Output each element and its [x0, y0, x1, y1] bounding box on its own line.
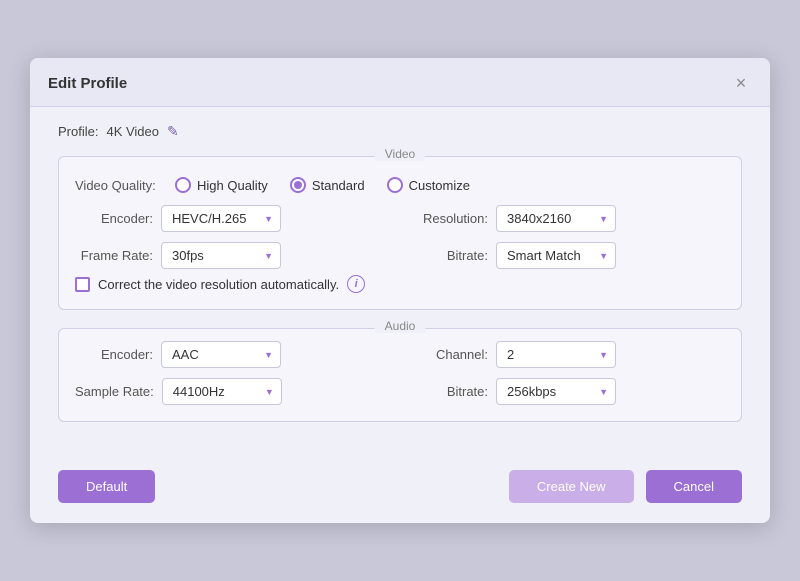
create-new-button[interactable]: Create New: [509, 470, 634, 503]
audio-encoder-field: Encoder: AAC MP3 OGG: [75, 341, 390, 368]
sample-rate-field: Sample Rate: 44100Hz 48000Hz 22050Hz: [75, 378, 390, 405]
framerate-select[interactable]: 30fps 24fps 60fps: [161, 242, 281, 269]
audio-fields-grid: Encoder: AAC MP3 OGG Channel: 2: [75, 341, 725, 405]
sample-rate-label: Sample Rate:: [75, 384, 154, 399]
quality-standard[interactable]: Standard: [290, 177, 365, 193]
channel-label: Channel:: [410, 347, 488, 362]
encoder-select-wrapper: HEVC/H.265 H.264 VP9: [161, 205, 281, 232]
audio-bitrate-label: Bitrate:: [410, 384, 488, 399]
video-quality-row: Video Quality: High Quality Standard Cus…: [75, 177, 725, 193]
encoder-label: Encoder:: [75, 211, 153, 226]
sample-rate-select[interactable]: 44100Hz 48000Hz 22050Hz: [162, 378, 282, 405]
default-button[interactable]: Default: [58, 470, 155, 503]
quality-options: High Quality Standard Customize: [175, 177, 470, 193]
quality-high-label: High Quality: [197, 178, 268, 193]
encoder-select[interactable]: HEVC/H.265 H.264 VP9: [161, 205, 281, 232]
channel-select-wrapper: 2 1 6: [496, 341, 616, 368]
dialog-title: Edit Profile: [48, 75, 127, 92]
framerate-field: Frame Rate: 30fps 24fps 60fps: [75, 242, 390, 269]
title-bar: Edit Profile ×: [30, 58, 770, 107]
sample-rate-select-wrapper: 44100Hz 48000Hz 22050Hz: [162, 378, 282, 405]
profile-label: Profile:: [58, 124, 98, 139]
resolution-select[interactable]: 3840x2160 1920x1080 1280x720: [496, 205, 616, 232]
channel-select[interactable]: 2 1 6: [496, 341, 616, 368]
cancel-button[interactable]: Cancel: [646, 470, 742, 503]
close-button[interactable]: ×: [730, 72, 752, 94]
video-fields-grid: Encoder: HEVC/H.265 H.264 VP9 Resolution…: [75, 205, 725, 269]
resolution-field: Resolution: 3840x2160 1920x1080 1280x720: [410, 205, 725, 232]
edit-profile-dialog: Edit Profile × Profile: 4K Video ✎ Video…: [30, 58, 770, 523]
video-bitrate-select[interactable]: Smart Match Custom High Medium Low: [496, 242, 616, 269]
resolution-select-wrapper: 3840x2160 1920x1080 1280x720: [496, 205, 616, 232]
audio-bitrate-select-wrapper: 256kbps 192kbps 128kbps 320kbps: [496, 378, 616, 405]
video-bitrate-select-wrapper: Smart Match Custom High Medium Low: [496, 242, 616, 269]
radio-customize[interactable]: [387, 177, 403, 193]
info-icon[interactable]: i: [347, 275, 365, 293]
channel-field: Channel: 2 1 6: [410, 341, 725, 368]
encoder-field: Encoder: HEVC/H.265 H.264 VP9: [75, 205, 390, 232]
auto-resolution-checkbox[interactable]: [75, 277, 90, 292]
audio-encoder-label: Encoder:: [75, 347, 153, 362]
footer-right-buttons: Create New Cancel: [509, 470, 742, 503]
radio-standard[interactable]: [290, 177, 306, 193]
video-bitrate-field: Bitrate: Smart Match Custom High Medium …: [410, 242, 725, 269]
radio-high[interactable]: [175, 177, 191, 193]
dialog-footer: Default Create New Cancel: [30, 460, 770, 523]
auto-resolution-row: Correct the video resolution automatical…: [75, 275, 725, 293]
quality-standard-label: Standard: [312, 178, 365, 193]
audio-bitrate-select[interactable]: 256kbps 192kbps 128kbps 320kbps: [496, 378, 616, 405]
quality-customize-label: Customize: [409, 178, 470, 193]
edit-profile-icon[interactable]: ✎: [167, 123, 179, 140]
audio-section-title: Audio: [375, 319, 426, 333]
audio-bitrate-field: Bitrate: 256kbps 192kbps 128kbps 320kbps: [410, 378, 725, 405]
video-section-title: Video: [375, 147, 425, 161]
video-quality-label: Video Quality:: [75, 178, 165, 193]
audio-section: Audio Encoder: AAC MP3 OGG Channel:: [58, 328, 742, 422]
framerate-label: Frame Rate:: [75, 248, 153, 263]
quality-high[interactable]: High Quality: [175, 177, 268, 193]
profile-row: Profile: 4K Video ✎: [58, 123, 742, 140]
video-bitrate-label: Bitrate:: [410, 248, 488, 263]
framerate-select-wrapper: 30fps 24fps 60fps: [161, 242, 281, 269]
profile-value: 4K Video: [106, 124, 159, 139]
quality-customize[interactable]: Customize: [387, 177, 470, 193]
audio-encoder-select-wrapper: AAC MP3 OGG: [161, 341, 281, 368]
auto-resolution-label: Correct the video resolution automatical…: [98, 277, 339, 292]
video-section: Video Video Quality: High Quality Standa…: [58, 156, 742, 310]
dialog-body: Profile: 4K Video ✎ Video Video Quality:…: [30, 107, 770, 460]
resolution-label: Resolution:: [410, 211, 488, 226]
audio-encoder-select[interactable]: AAC MP3 OGG: [161, 341, 281, 368]
